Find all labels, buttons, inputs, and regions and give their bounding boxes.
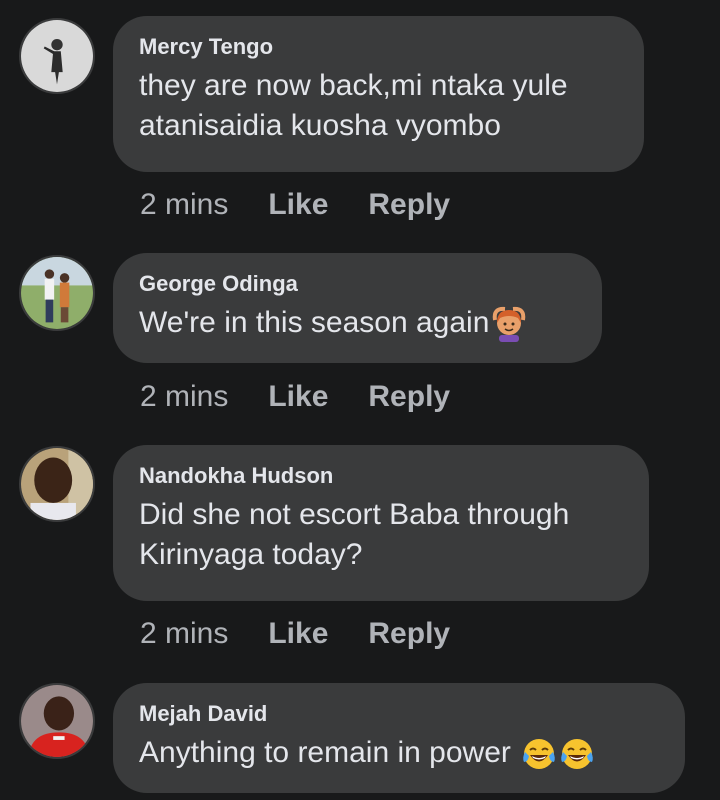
like-button[interactable]: Like xyxy=(268,188,328,222)
comment-author[interactable]: George Odinga xyxy=(139,271,576,297)
comment-text: Did she not escort Baba through Kirinyag… xyxy=(139,498,570,571)
avatar-photo-icon xyxy=(21,685,93,757)
like-button[interactable]: Like xyxy=(268,617,328,651)
avatar[interactable] xyxy=(19,255,95,331)
comment-text: We're in this season again xyxy=(139,303,576,343)
comment-text-content: Anything to remain in power xyxy=(139,736,520,769)
like-button[interactable]: Like xyxy=(268,380,328,414)
comment-author[interactable]: Mejah David xyxy=(139,701,659,727)
comment-timestamp[interactable]: 2 mins xyxy=(140,380,228,414)
avatar-photo-icon xyxy=(21,20,93,92)
comment-bubble[interactable]: Mercy Tengo they are now back,mi ntaka y… xyxy=(113,16,644,172)
avatar-photo-icon xyxy=(21,257,93,329)
comment-bubble[interactable]: Nandokha Hudson Did she not escort Baba … xyxy=(113,445,649,601)
avatar[interactable] xyxy=(19,683,95,759)
reply-button[interactable]: Reply xyxy=(368,617,450,651)
comment-actions: 2 mins Like Reply xyxy=(140,380,490,414)
face-with-tears-of-joy-emoji-icon xyxy=(521,736,557,772)
avatar-photo-icon xyxy=(21,448,93,520)
comment-bubble[interactable]: Mejah David Anything to remain in power xyxy=(113,683,685,793)
comment-actions: 2 mins Like Reply xyxy=(140,617,490,651)
comment-text: they are now back,mi ntaka yule atanisai… xyxy=(139,69,568,142)
comment-timestamp[interactable]: 2 mins xyxy=(140,617,228,651)
avatar[interactable] xyxy=(19,446,95,522)
comment-bubble[interactable]: George Odinga We're in this season again xyxy=(113,253,602,363)
comment-text-content: We're in this season again xyxy=(139,306,490,339)
reply-button[interactable]: Reply xyxy=(368,188,450,222)
reply-button[interactable]: Reply xyxy=(368,380,450,414)
comment-actions: 2 mins Like Reply xyxy=(140,188,490,222)
comment-author[interactable]: Mercy Tengo xyxy=(139,34,618,60)
person-gesturing-ok-emoji-icon xyxy=(491,306,527,343)
comment-timestamp[interactable]: 2 mins xyxy=(140,188,228,222)
comment-author[interactable]: Nandokha Hudson xyxy=(139,463,623,489)
avatar[interactable] xyxy=(19,18,95,94)
face-with-tears-of-joy-emoji-icon xyxy=(559,736,595,772)
comment-text: Anything to remain in power xyxy=(139,733,659,773)
